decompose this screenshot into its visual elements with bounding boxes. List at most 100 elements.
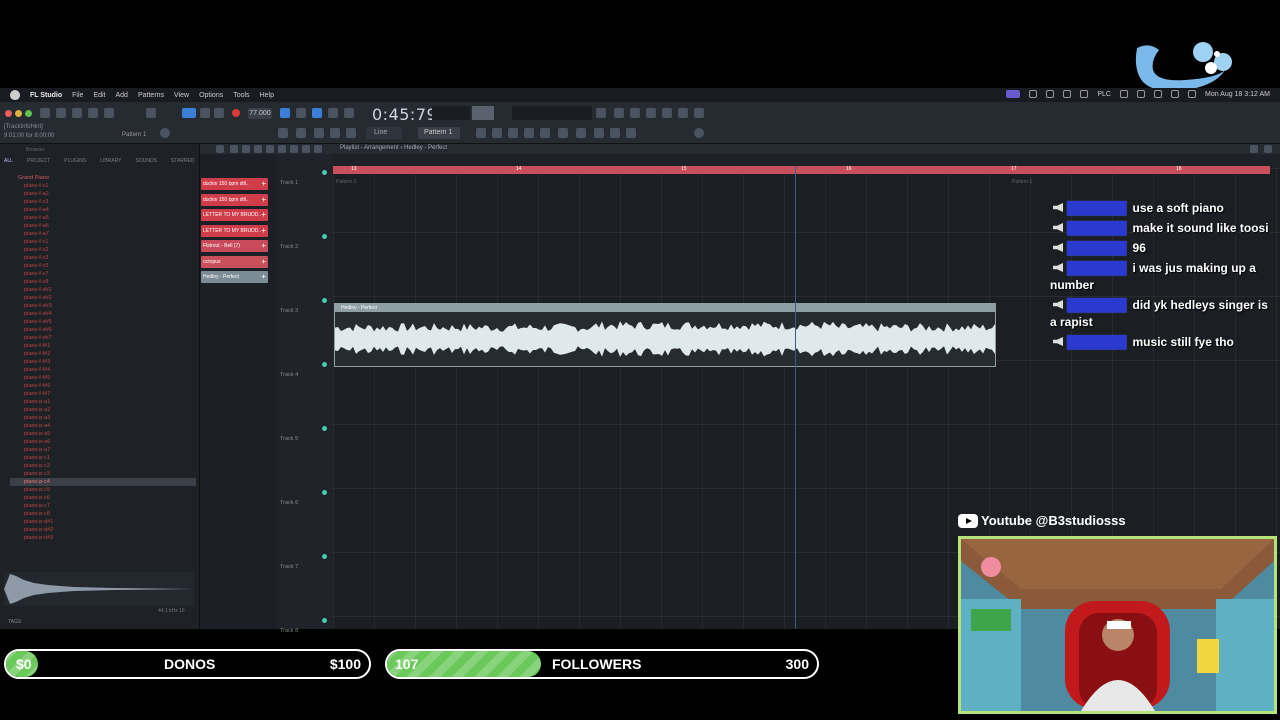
metronome-icon[interactable]: [280, 108, 290, 118]
browser-item[interactable]: piano-f-c1: [10, 238, 196, 246]
pattern-select[interactable]: Pattern 1: [418, 127, 460, 139]
browser-tab-library[interactable]: LIBRARY: [100, 158, 121, 164]
close-window-icon[interactable]: [5, 110, 12, 117]
render-icon[interactable]: [104, 108, 114, 118]
apple-icon[interactable]: [10, 90, 20, 100]
video-icon[interactable]: [576, 128, 586, 138]
track-mute-led[interactable]: [322, 362, 327, 367]
control-center-icon[interactable]: [1188, 90, 1196, 98]
track-label[interactable]: Track 2: [280, 244, 298, 250]
status-icon[interactable]: [1063, 90, 1072, 98]
zoom-tool-icon[interactable]: [314, 145, 322, 153]
cable-icon[interactable]: [610, 128, 620, 138]
clip-picker-item[interactable]: octopus +: [201, 255, 268, 268]
maximize-window-icon[interactable]: [25, 110, 32, 117]
save-icon[interactable]: [88, 108, 98, 118]
browser-item[interactable]: piano-f-c5: [10, 262, 196, 270]
menu-add[interactable]: Add: [116, 92, 128, 99]
browser-tab-project[interactable]: PROJECT: [27, 158, 50, 164]
browser-button[interactable]: [524, 128, 534, 138]
track-mute-led[interactable]: [322, 554, 327, 559]
track-label[interactable]: Track 4: [280, 372, 298, 378]
add-clip-icon[interactable]: +: [261, 178, 266, 190]
delete-tool-icon[interactable]: [254, 145, 262, 153]
plugin-picker-button[interactable]: [540, 128, 550, 138]
mute-tool-icon[interactable]: [266, 145, 274, 153]
channel-rack-icon[interactable]: [694, 108, 704, 118]
add-clip-icon[interactable]: +: [261, 209, 266, 221]
pattern-clip-label[interactable]: Pattern 1: [336, 179, 356, 185]
browser-item[interactable]: piano-f-a2: [10, 190, 196, 198]
browser-item[interactable]: piano-f-f#2: [10, 350, 196, 358]
browser-item[interactable]: piano-p-c8: [10, 510, 196, 518]
undo-icon[interactable]: [596, 108, 606, 118]
browser-item[interactable]: piano-f-f#6: [10, 382, 196, 390]
playlist-menu-icon[interactable]: [216, 145, 224, 153]
loop-record-icon[interactable]: [344, 108, 354, 118]
playhead[interactable]: [795, 166, 796, 629]
browser-item[interactable]: piano-f-d#3: [10, 302, 196, 310]
browser-item[interactable]: piano-f-a7: [10, 230, 196, 238]
minimize-window-icon[interactable]: [15, 110, 22, 117]
browser-item[interactable]: piano-f-d#6: [10, 326, 196, 334]
browser-item[interactable]: piano-p-c6: [10, 494, 196, 502]
minimize-icon[interactable]: [1250, 145, 1258, 153]
browser-item[interactable]: piano-f-f#7: [10, 390, 196, 398]
slip-tool-icon[interactable]: [278, 145, 286, 153]
track-mute-led[interactable]: [322, 234, 327, 239]
menu-patterns[interactable]: Patterns: [138, 92, 164, 99]
add-clip-icon[interactable]: +: [261, 225, 266, 237]
track-label[interactable]: Track 3: [280, 308, 298, 314]
song-time-display[interactable]: 0:45:79: [372, 105, 437, 124]
clip-picker-item[interactable]: duckin 150 bpm dill.. +: [201, 193, 268, 206]
help-icon[interactable]: [646, 108, 656, 118]
menubar-clock[interactable]: Mon Aug 18 3:12 AM: [1205, 91, 1270, 98]
browser-item[interactable]: piano-p-a2: [10, 406, 196, 414]
new-icon[interactable]: [56, 108, 66, 118]
wifi-icon[interactable]: [1154, 90, 1162, 98]
status-icon[interactable]: [1120, 90, 1128, 98]
wait-input-icon[interactable]: [296, 108, 306, 118]
browser-item[interactable]: piano-f-c3: [10, 254, 196, 262]
mic-icon[interactable]: [146, 108, 156, 118]
menu-help[interactable]: Help: [260, 92, 274, 99]
record-button[interactable]: [232, 109, 240, 117]
browser-item[interactable]: piano-p-c4: [10, 478, 196, 486]
open-icon[interactable]: [72, 108, 82, 118]
browser-item[interactable]: piano-f-c2: [10, 246, 196, 254]
snap-select[interactable]: Line: [366, 127, 402, 139]
slice-tool-icon[interactable]: [290, 145, 298, 153]
browser-tab-all[interactable]: ALL: [4, 158, 13, 164]
browser-item[interactable]: piano-p-a1: [10, 398, 196, 406]
pencil-icon[interactable]: [314, 128, 324, 138]
clip-picker-item[interactable]: LETTER TO MY BRUDD.. +: [201, 224, 268, 237]
link-icon[interactable]: [330, 128, 340, 138]
menu-file[interactable]: File: [72, 92, 83, 99]
menu-app-name[interactable]: FL Studio: [30, 92, 62, 99]
browser-item[interactable]: piano-f-d#5: [10, 318, 196, 326]
gift-icon[interactable]: [626, 128, 636, 138]
browser-item[interactable]: piano-f-d#2: [10, 294, 196, 302]
browser-item[interactable]: piano-f-d#4: [10, 310, 196, 318]
browser-item[interactable]: piano-f-c8: [10, 278, 196, 286]
add-clip-icon[interactable]: +: [261, 271, 266, 283]
status-icon[interactable]: [1029, 90, 1038, 98]
channel-rack-button[interactable]: [492, 128, 502, 138]
browser-item[interactable]: piano-p-d#1: [10, 518, 196, 526]
track-mute-led[interactable]: [322, 490, 327, 495]
browser-item[interactable]: piano-p-c7: [10, 502, 196, 510]
browser-item[interactable]: piano-p-d#2: [10, 526, 196, 534]
master-volume-knob[interactable]: [160, 128, 170, 138]
browser-item[interactable]: piano-p-d#3: [10, 534, 196, 542]
draw-tool-icon[interactable]: [230, 145, 238, 153]
mixer-button[interactable]: [476, 128, 486, 138]
audio-clip-title[interactable]: Hedley - Perfect: [335, 304, 995, 312]
browser-tab-plugins[interactable]: PLUGINS: [64, 158, 86, 164]
select-tool-icon[interactable]: [302, 145, 310, 153]
piano-roll-button[interactable]: [508, 128, 518, 138]
track-label[interactable]: Track 5: [280, 436, 298, 442]
add-clip-icon[interactable]: +: [261, 194, 266, 206]
pattern-mode-button[interactable]: [182, 108, 196, 118]
browser-tab-sounds[interactable]: SOUNDS: [136, 158, 157, 164]
browser-item[interactable]: piano-f-d#1: [10, 286, 196, 294]
